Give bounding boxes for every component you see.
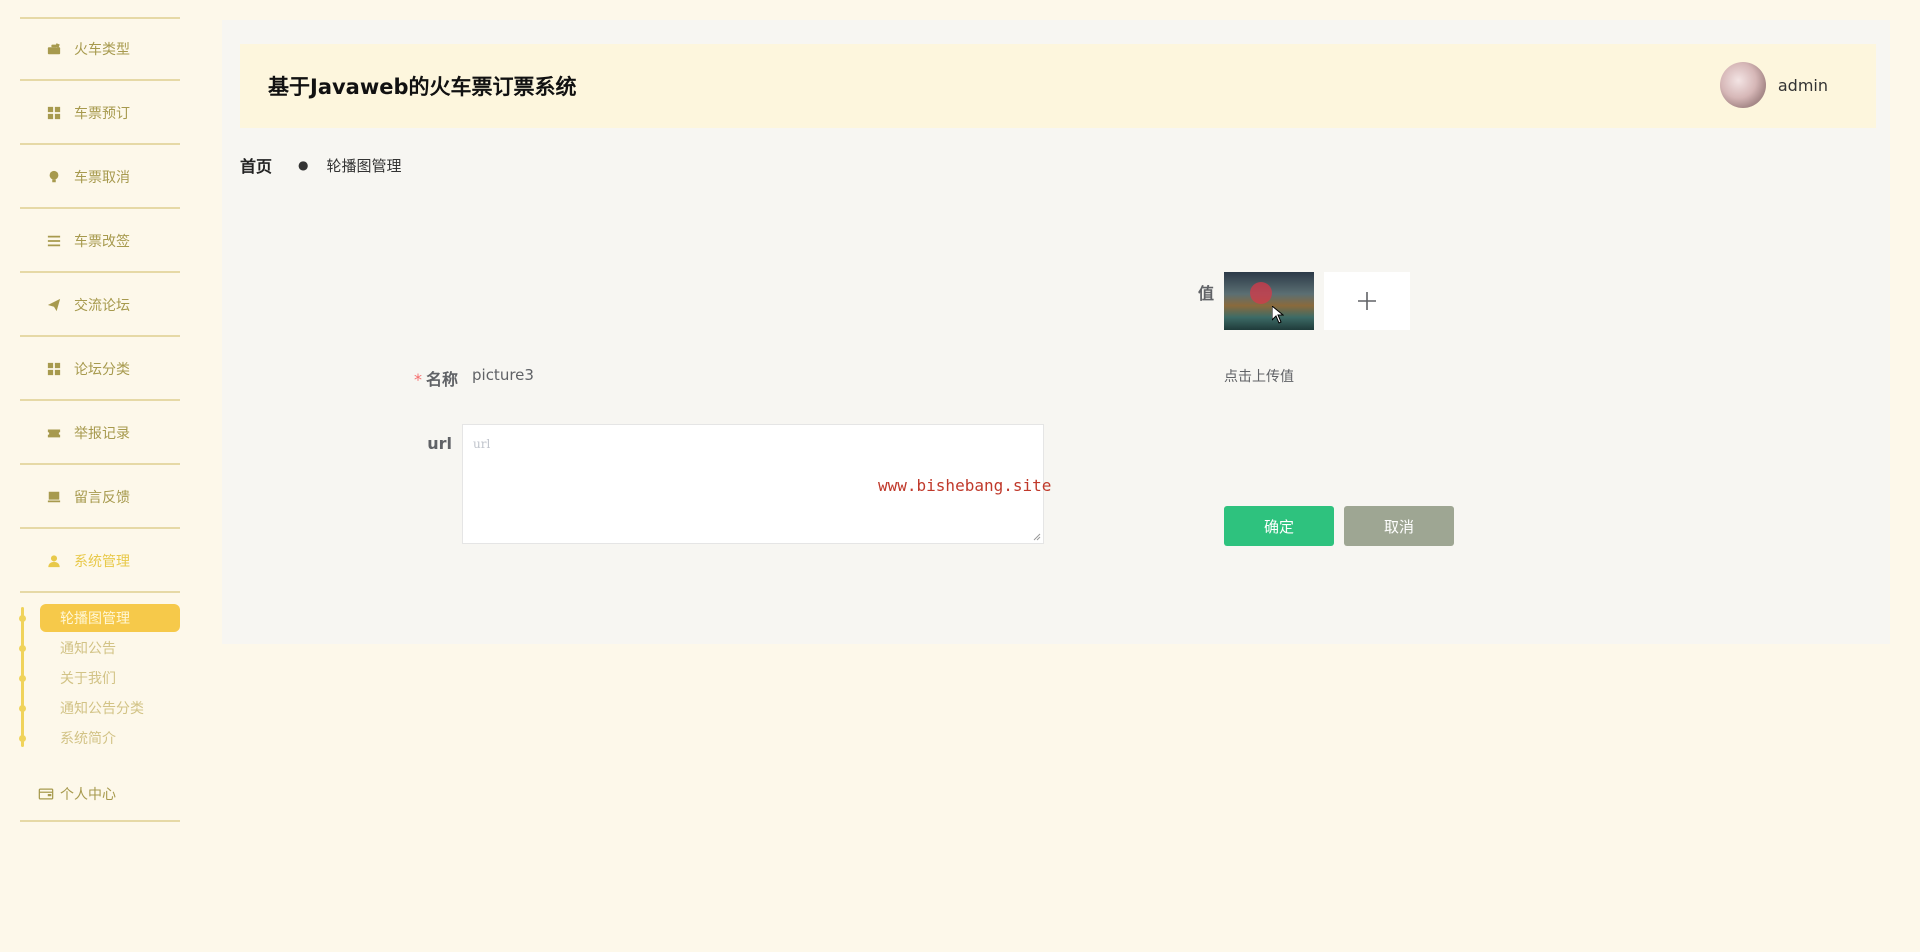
breadcrumb-separator: ● bbox=[298, 158, 309, 172]
wallet-icon bbox=[38, 785, 56, 803]
sidebar-item-ticket-change[interactable]: 车票改签 bbox=[20, 211, 180, 273]
avatar[interactable] bbox=[1719, 62, 1766, 108]
user-icon bbox=[46, 553, 62, 569]
breadcrumb-current: 轮播图管理 bbox=[326, 156, 402, 175]
site-title: 基于Javaweb的火车票订票系统 bbox=[268, 75, 577, 99]
sidebar-item-label: 火车类型 bbox=[74, 42, 130, 58]
uploaded-image-thumbnail[interactable] bbox=[1224, 272, 1314, 330]
name-label: * 名称 bbox=[402, 366, 458, 390]
sidebar-item-label: 车票预订 bbox=[74, 106, 130, 122]
sidebar: 火车类型 车票预订 车票取消 车票改签 交流论坛 论坛分类 举报记录 留言反馈 … bbox=[19, 0, 180, 952]
submenu-item-system-intro[interactable]: 系统简介 bbox=[19, 724, 180, 752]
submenu-item-notice[interactable]: 通知公告 bbox=[19, 634, 180, 662]
paper-plane-icon bbox=[46, 297, 62, 313]
upload-add-button[interactable] bbox=[1324, 272, 1410, 330]
system-submenu: 轮播图管理 通知公告 关于我们 通知公告分类 系统简介 bbox=[19, 593, 180, 753]
sidebar-item-label: 车票取消 bbox=[74, 170, 130, 186]
submenu-label: 关于我们 bbox=[60, 671, 116, 687]
cancel-button[interactable]: 取消 bbox=[1344, 506, 1454, 546]
submenu-dot bbox=[19, 704, 26, 712]
submenu-dot bbox=[19, 644, 26, 652]
thumbnail-image-detail bbox=[1250, 282, 1272, 304]
list-icon bbox=[46, 233, 62, 249]
submenu-label: 系统简介 bbox=[60, 731, 116, 747]
sidebar-item-label: 留言反馈 bbox=[74, 490, 130, 506]
bulb-icon bbox=[46, 169, 62, 185]
submenu-item-about-us[interactable]: 关于我们 bbox=[19, 664, 180, 692]
submenu-label: 通知公告 bbox=[60, 641, 116, 657]
breadcrumb-home[interactable]: 首页 bbox=[240, 153, 272, 177]
grid-icon bbox=[46, 105, 62, 121]
url-label: url bbox=[427, 434, 452, 453]
ticket-icon bbox=[46, 425, 62, 441]
briefcase-icon bbox=[46, 41, 62, 57]
required-mark: * bbox=[413, 370, 422, 389]
watermark-text: www.bishebang.site bbox=[878, 476, 1052, 495]
sidebar-item-forum[interactable]: 交流论坛 bbox=[20, 275, 180, 337]
sidebar-item-ticket-booking[interactable]: 车票预订 bbox=[20, 83, 180, 145]
sidebar-item-feedback[interactable]: 留言反馈 bbox=[20, 467, 180, 529]
sidebar-item-label: 车票改签 bbox=[74, 234, 130, 250]
main-content: 基于Javaweb的火车票订票系统 admin 首页 ● 轮播图管理 * 名称 p… bbox=[222, 20, 1890, 644]
page-header: 基于Javaweb的火车票订票系统 admin bbox=[240, 44, 1876, 128]
sidebar-item-label: 交流论坛 bbox=[74, 298, 130, 314]
name-label-text: 名称 bbox=[425, 370, 458, 389]
sidebar-item-label: 论坛分类 bbox=[74, 362, 130, 378]
value-label: 值 bbox=[1197, 284, 1214, 303]
submenu-label: 轮播图管理 bbox=[60, 611, 130, 627]
url-placeholder: url bbox=[473, 437, 491, 451]
breadcrumb: 首页 ● 轮播图管理 bbox=[240, 153, 402, 177]
sidebar-item-report-records[interactable]: 举报记录 bbox=[20, 403, 180, 465]
header-user[interactable]: admin bbox=[1719, 62, 1828, 108]
grid-icon bbox=[46, 361, 62, 377]
resize-grip-icon[interactable] bbox=[1033, 533, 1041, 541]
sidebar-item-ticket-cancel[interactable]: 车票取消 bbox=[20, 147, 180, 209]
name-input[interactable]: picture3 bbox=[472, 366, 534, 384]
sidebar-item-label: 个人中心 bbox=[60, 787, 116, 803]
plus-icon bbox=[1358, 292, 1376, 310]
submenu-item-carousel[interactable]: 轮播图管理 bbox=[19, 604, 180, 632]
submenu-label: 通知公告分类 bbox=[60, 701, 144, 717]
submenu-dot bbox=[19, 614, 26, 622]
submenu-item-notice-category[interactable]: 通知公告分类 bbox=[19, 694, 180, 722]
submenu-dot bbox=[19, 734, 26, 742]
sidebar-item-system-management[interactable]: 系统管理 bbox=[20, 531, 180, 593]
upload-tip: 点击上传值 bbox=[1224, 369, 1294, 385]
sidebar-item-train-type[interactable]: 火车类型 bbox=[20, 19, 180, 81]
sidebar-item-label: 系统管理 bbox=[74, 554, 130, 570]
mouse-cursor-icon bbox=[1272, 306, 1284, 324]
monitor-icon bbox=[46, 489, 62, 505]
username: admin bbox=[1777, 75, 1828, 95]
sidebar-item-label: 举报记录 bbox=[74, 426, 130, 442]
confirm-button[interactable]: 确定 bbox=[1224, 506, 1334, 546]
submenu-dot bbox=[19, 674, 26, 682]
sidebar-item-user-center[interactable]: 个人中心 bbox=[20, 768, 180, 822]
sidebar-item-forum-category[interactable]: 论坛分类 bbox=[20, 339, 180, 401]
